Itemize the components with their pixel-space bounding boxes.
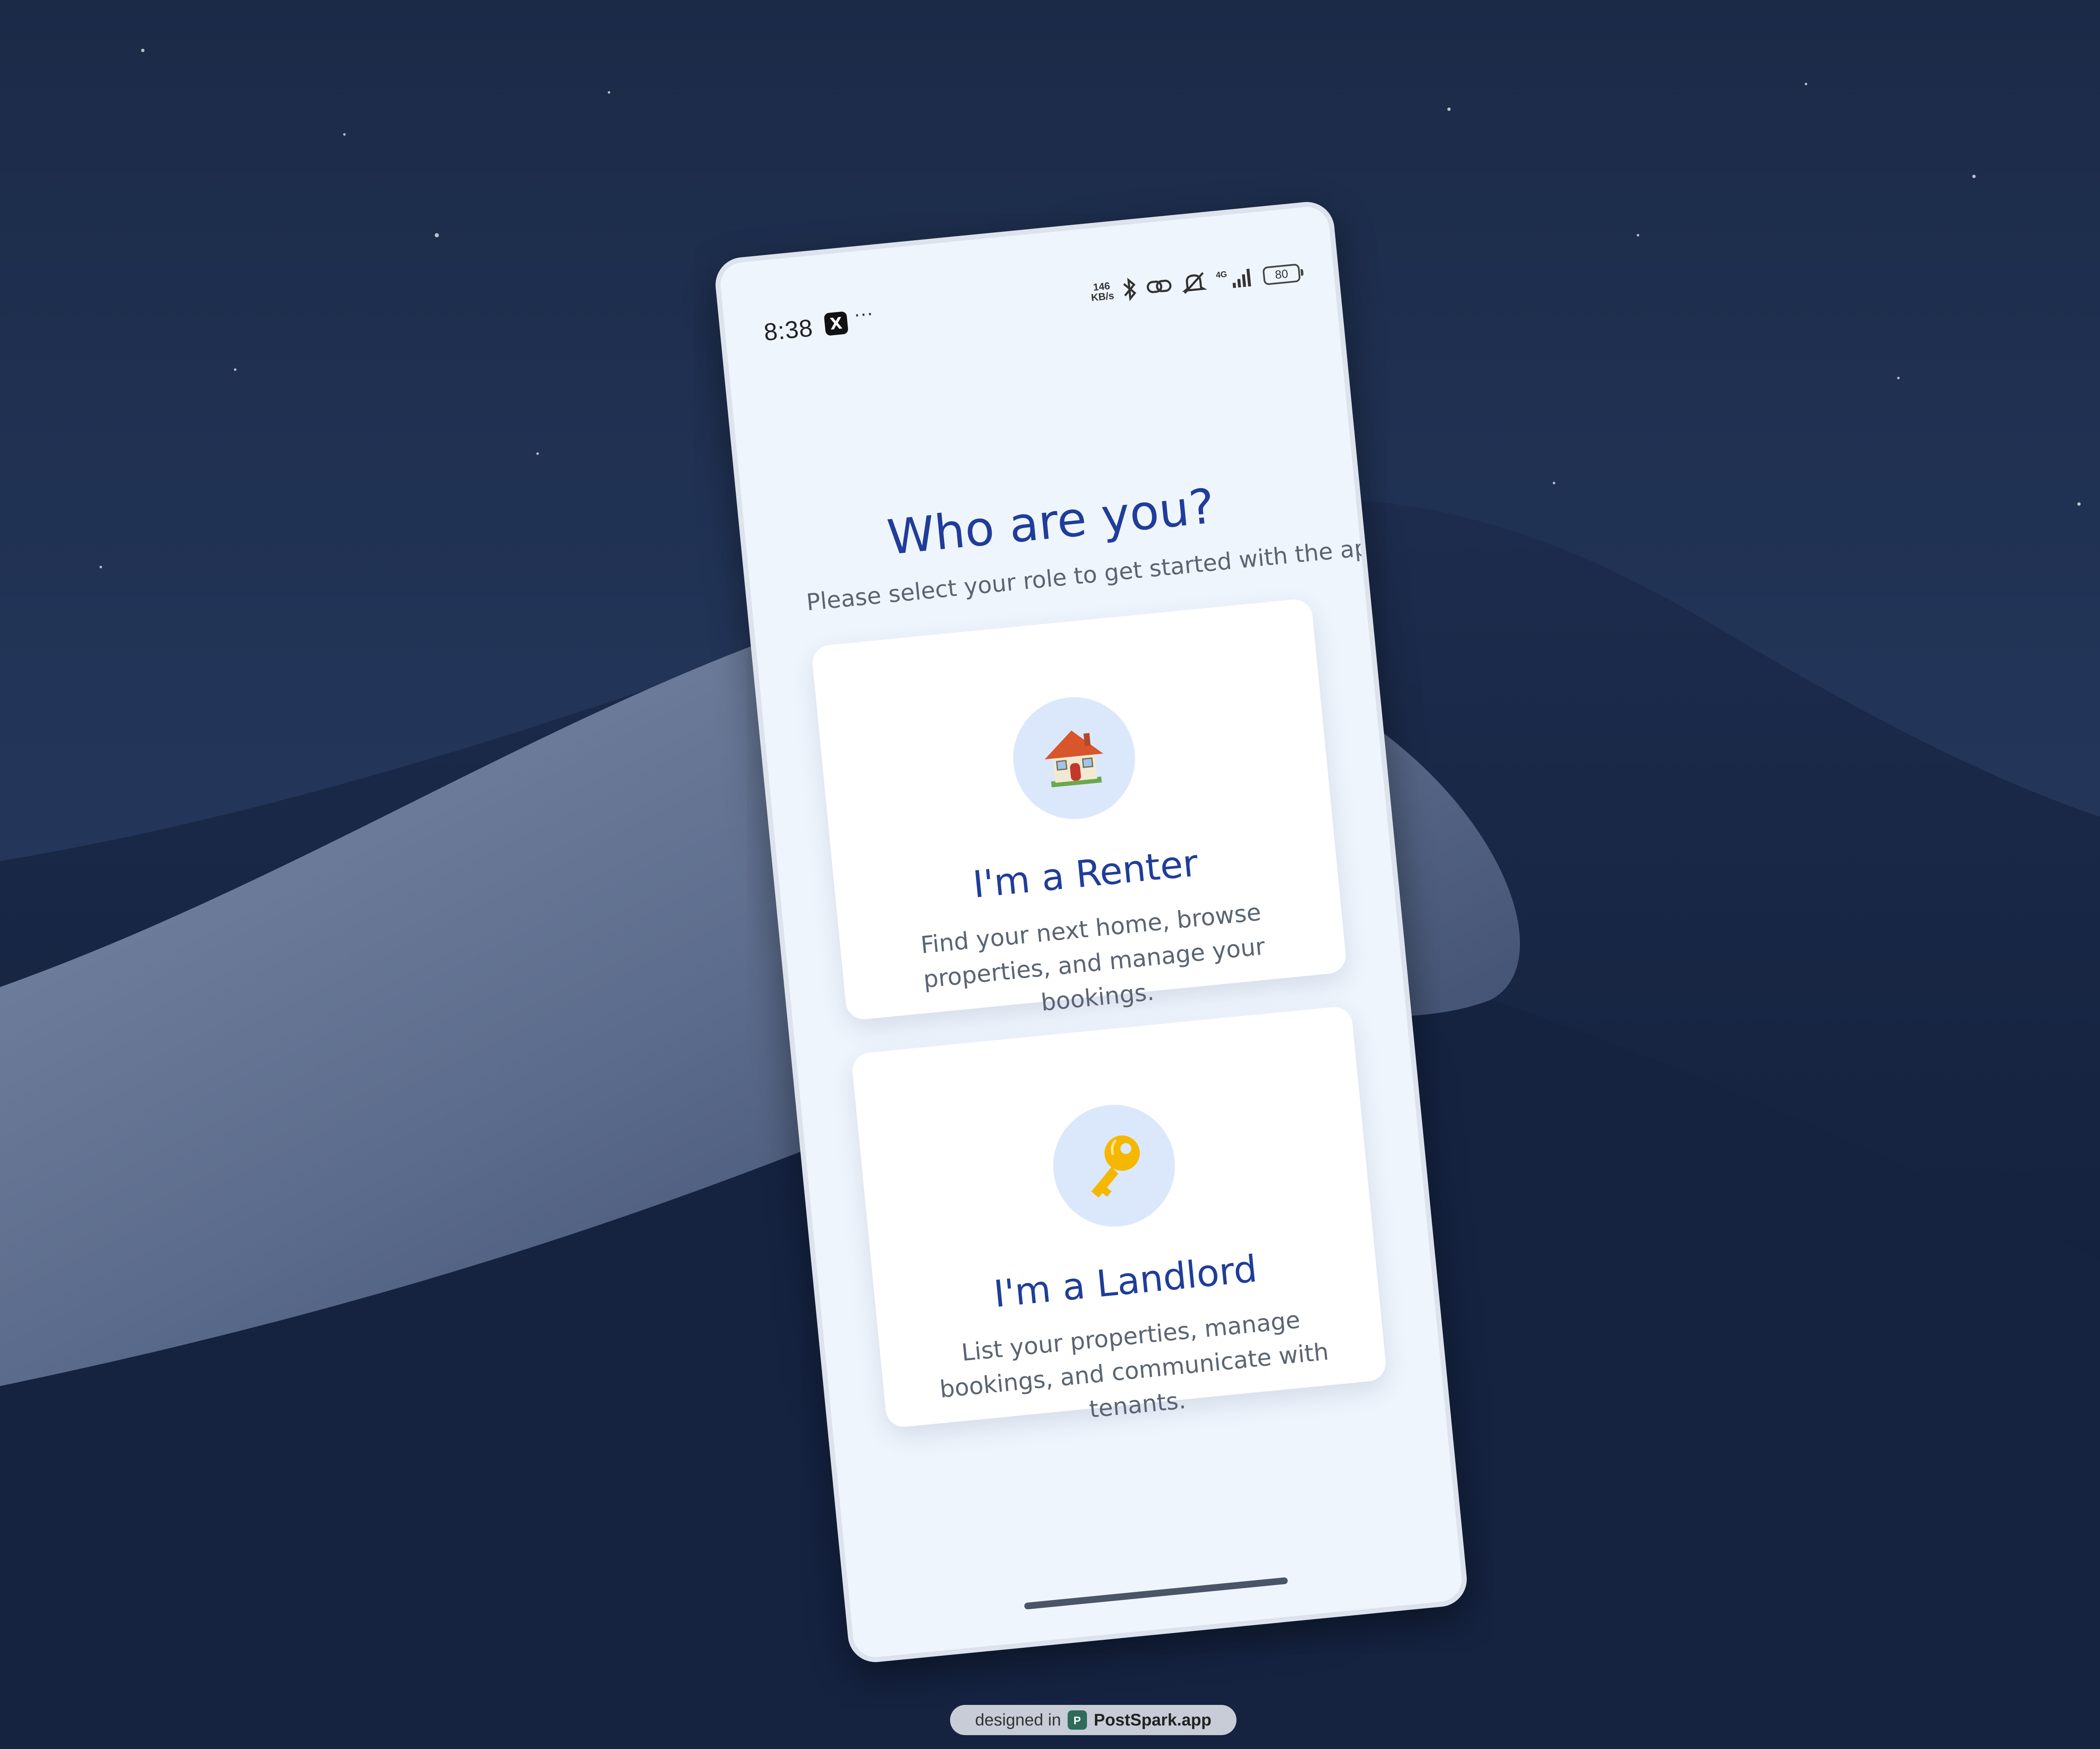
role-selection: Who are you? Please select your role to … xyxy=(744,464,1441,1434)
cellular-signal: 4G xyxy=(1215,267,1255,292)
svg-text:P: P xyxy=(1074,1714,1081,1726)
postspark-logo-icon: P xyxy=(1068,1710,1087,1730)
network-speed: 146 KB/s xyxy=(1090,280,1115,304)
landlord-role-card[interactable]: I'm a Landlord List your properties, man… xyxy=(850,1005,1388,1429)
renter-avatar xyxy=(1007,691,1141,825)
more-notifications-icon: ··· xyxy=(853,303,875,326)
watermark-prefix: designed in xyxy=(975,1710,1061,1729)
battery-icon: 80 xyxy=(1262,263,1301,286)
landlord-avatar xyxy=(1047,1099,1181,1232)
network-type: 4G xyxy=(1215,270,1228,280)
status-time: 8:38 xyxy=(762,314,814,347)
renter-role-card[interactable]: I'm a Renter Find your next home, browse… xyxy=(811,598,1348,1021)
screenshot-stage: 8:38 X ··· 146 KB/s 4G 80 Who are you? P… xyxy=(0,0,2100,1749)
postspark-watermark: designed in P PostSpark.app xyxy=(950,1705,1236,1735)
key-icon xyxy=(1091,1135,1140,1198)
mute-icon xyxy=(1180,271,1208,295)
watermark-brand: PostSpark.app xyxy=(1094,1710,1212,1729)
link-icon xyxy=(1145,276,1173,297)
renter-role-description: Find your next home, browse properties, … xyxy=(919,898,1266,1017)
home-indicator[interactable] xyxy=(1024,1577,1288,1610)
landlord-role-description: List your properties, manage bookings, a… xyxy=(938,1306,1330,1423)
status-icons: 146 KB/s 4G 80 xyxy=(1089,261,1301,305)
x-app-icon: X xyxy=(824,311,849,336)
bluetooth-icon xyxy=(1121,277,1138,302)
network-speed-unit: KB/s xyxy=(1090,290,1115,304)
house-icon xyxy=(1045,730,1103,788)
